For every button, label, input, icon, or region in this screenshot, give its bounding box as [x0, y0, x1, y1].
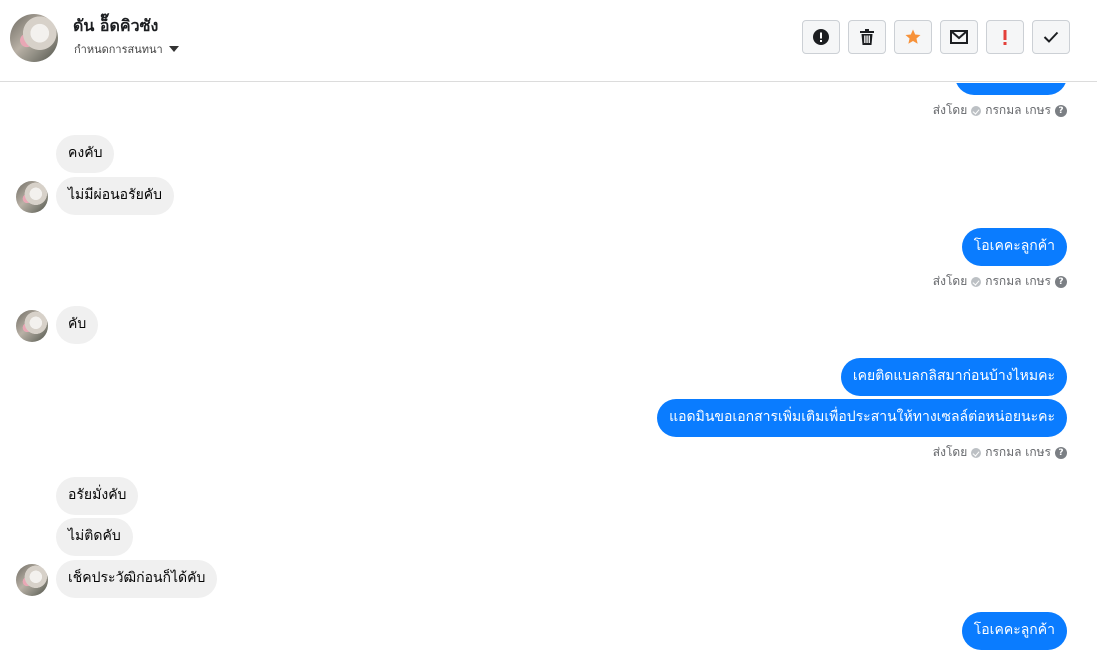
- message-bubble-incoming[interactable]: อรัยมั่งคับ: [56, 477, 139, 515]
- trash-icon: [860, 29, 874, 45]
- important-button[interactable]: [986, 20, 1024, 54]
- conversation-toolbar: [802, 20, 1070, 54]
- alert-circle-icon: [813, 29, 829, 45]
- message-bubble-incoming[interactable]: ไม่มีผ่อนอรัยคับ: [56, 177, 175, 215]
- check-icon: [1043, 31, 1059, 43]
- contact-avatar-small[interactable]: [16, 310, 48, 342]
- help-icon[interactable]: ?: [1055, 275, 1067, 288]
- conversation-header: ดัน อ็๊ดคิวซัง กำหนดการสนทนา: [0, 0, 1097, 82]
- sent-by-info: ส่งโดย กรกมล เกษร ?: [933, 101, 1067, 120]
- sent-by-info: ส่งโดย กรกมล เกษร ?: [933, 443, 1067, 462]
- sent-by-name: กรกมล เกษร: [985, 103, 1051, 117]
- star-button[interactable]: [894, 20, 932, 54]
- contact-avatar-small[interactable]: [16, 181, 48, 213]
- message-bubble-outgoing[interactable]: โอเคคะลูกค้า: [961, 612, 1067, 650]
- message-bubble-incoming[interactable]: ไม่ติดคับ: [56, 518, 133, 556]
- alert-button[interactable]: [802, 20, 840, 54]
- sent-by-name: กรกมล เกษร: [985, 274, 1051, 288]
- star-icon: [905, 29, 921, 44]
- contact-avatar[interactable]: [10, 14, 58, 62]
- delete-button[interactable]: [848, 20, 886, 54]
- mail-icon: [950, 30, 968, 44]
- mail-button[interactable]: [940, 20, 978, 54]
- sent-by-prefix: ส่งโดย: [932, 445, 968, 459]
- sent-by-info: ส่งโดย กรกมล เกษร ?: [933, 272, 1067, 291]
- contact-name[interactable]: ดัน อ็๊ดคิวซัง: [73, 14, 158, 39]
- conversation-status-label: กำหนดการสนทนา: [74, 43, 163, 56]
- mark-done-button[interactable]: [1032, 20, 1070, 54]
- message-bubble-incoming[interactable]: เช็คประวัฒิก่อนก็ได้คับ: [56, 560, 218, 598]
- message-bubble-outgoing[interactable]: แอดมินขอเอกสารเพิ่มเติมเพื่อประสานให้ทาง…: [657, 399, 1067, 437]
- help-icon[interactable]: ?: [1055, 104, 1067, 117]
- verified-icon: [971, 447, 982, 458]
- sent-by-name: กรกมล เกษร: [985, 445, 1051, 459]
- message-bubble-incoming[interactable]: คงคับ: [56, 135, 115, 173]
- help-icon[interactable]: ?: [1055, 446, 1067, 459]
- sent-by-prefix: ส่งโดย: [932, 274, 968, 288]
- message-bubble-outgoing[interactable]: โอเคคะลูกค้า: [961, 228, 1067, 266]
- verified-icon: [971, 276, 982, 287]
- message-bubble-outgoing-partial[interactable]: [955, 83, 1067, 95]
- conversation-status-dropdown[interactable]: กำหนดการสนทนา: [74, 40, 179, 58]
- contact-avatar-small[interactable]: [16, 564, 48, 596]
- message-bubble-incoming[interactable]: คับ: [56, 306, 99, 344]
- message-thread[interactable]: ส่งโดย กรกมล เกษร ? คงคับ ไม่มีผ่อนอรัยค…: [0, 83, 1097, 656]
- exclamation-icon: [1003, 30, 1007, 45]
- message-bubble-outgoing[interactable]: เคยติดแบลกลิสมาก่อนบ้างไหมคะ: [840, 358, 1067, 396]
- caret-down-icon: [168, 46, 179, 52]
- sent-by-prefix: ส่งโดย: [932, 103, 968, 117]
- verified-icon: [971, 105, 982, 116]
